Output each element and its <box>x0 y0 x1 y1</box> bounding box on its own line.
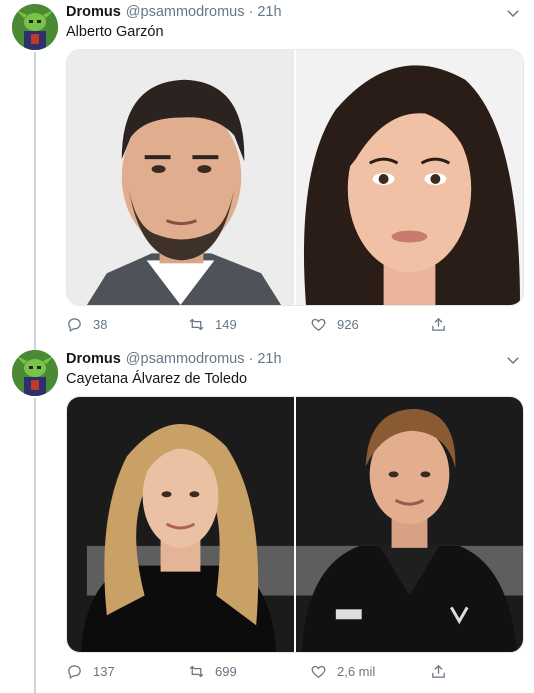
share-icon <box>432 664 445 678</box>
photo[interactable] <box>67 397 294 652</box>
tweet-text: Cayetana Álvarez de Toledo <box>66 371 248 387</box>
retweet-count: 149 <box>215 317 237 332</box>
tweet-header: Dromus @psammodromus · 21h <box>66 2 282 22</box>
share-button[interactable] <box>430 316 457 333</box>
author-name[interactable]: Dromus <box>66 4 121 20</box>
retweet-button[interactable]: 149 <box>188 316 237 333</box>
photo[interactable] <box>296 50 523 305</box>
retweet-button[interactable]: 699 <box>188 663 237 680</box>
retweet-count: 699 <box>215 664 237 679</box>
author-handle[interactable]: @psammodromus <box>126 351 245 367</box>
author-handle[interactable]: @psammodromus <box>126 4 245 20</box>
timestamp[interactable]: 21h <box>257 4 281 20</box>
tweet-header: Dromus @psammodromus · 21h <box>66 349 282 369</box>
tweet-text: Alberto Garzón <box>66 24 164 40</box>
photo[interactable] <box>296 397 523 652</box>
avatar[interactable] <box>12 350 58 396</box>
separator-dot: · <box>248 351 254 367</box>
reply-icon <box>68 318 81 333</box>
like-count: 926 <box>337 317 359 332</box>
retweet-icon <box>189 665 204 678</box>
tweet[interactable]: Dromus @psammodromus · 21h Cayetana Álva… <box>0 348 534 693</box>
like-count: 2,6 mil <box>337 664 376 679</box>
reply-button[interactable]: 137 <box>66 663 115 680</box>
tweet-actions: 38 149 926 <box>66 316 466 336</box>
media-grid[interactable] <box>66 49 524 306</box>
media-grid[interactable] <box>66 396 524 653</box>
heart-icon <box>311 318 326 331</box>
like-button[interactable]: 2,6 mil <box>310 663 375 680</box>
retweet-icon <box>189 318 204 331</box>
reply-icon <box>68 665 81 680</box>
share-button[interactable] <box>430 663 457 680</box>
photo[interactable] <box>67 50 294 305</box>
chevron-down-icon[interactable] <box>504 4 522 22</box>
like-button[interactable]: 926 <box>310 316 359 333</box>
author-name[interactable]: Dromus <box>66 351 121 367</box>
tweet-actions: 137 699 2,6 mil <box>66 663 466 683</box>
tweet[interactable]: Dromus @psammodromus · 21h Alberto Garzó… <box>0 0 534 346</box>
avatar[interactable] <box>12 4 58 50</box>
share-icon <box>432 317 445 331</box>
timestamp[interactable]: 21h <box>257 351 281 367</box>
chevron-down-icon[interactable] <box>504 351 522 369</box>
heart-icon <box>311 665 326 678</box>
reply-count: 137 <box>93 664 115 679</box>
reply-count: 38 <box>93 317 108 332</box>
reply-button[interactable]: 38 <box>66 316 107 333</box>
separator-dot: · <box>248 4 254 20</box>
